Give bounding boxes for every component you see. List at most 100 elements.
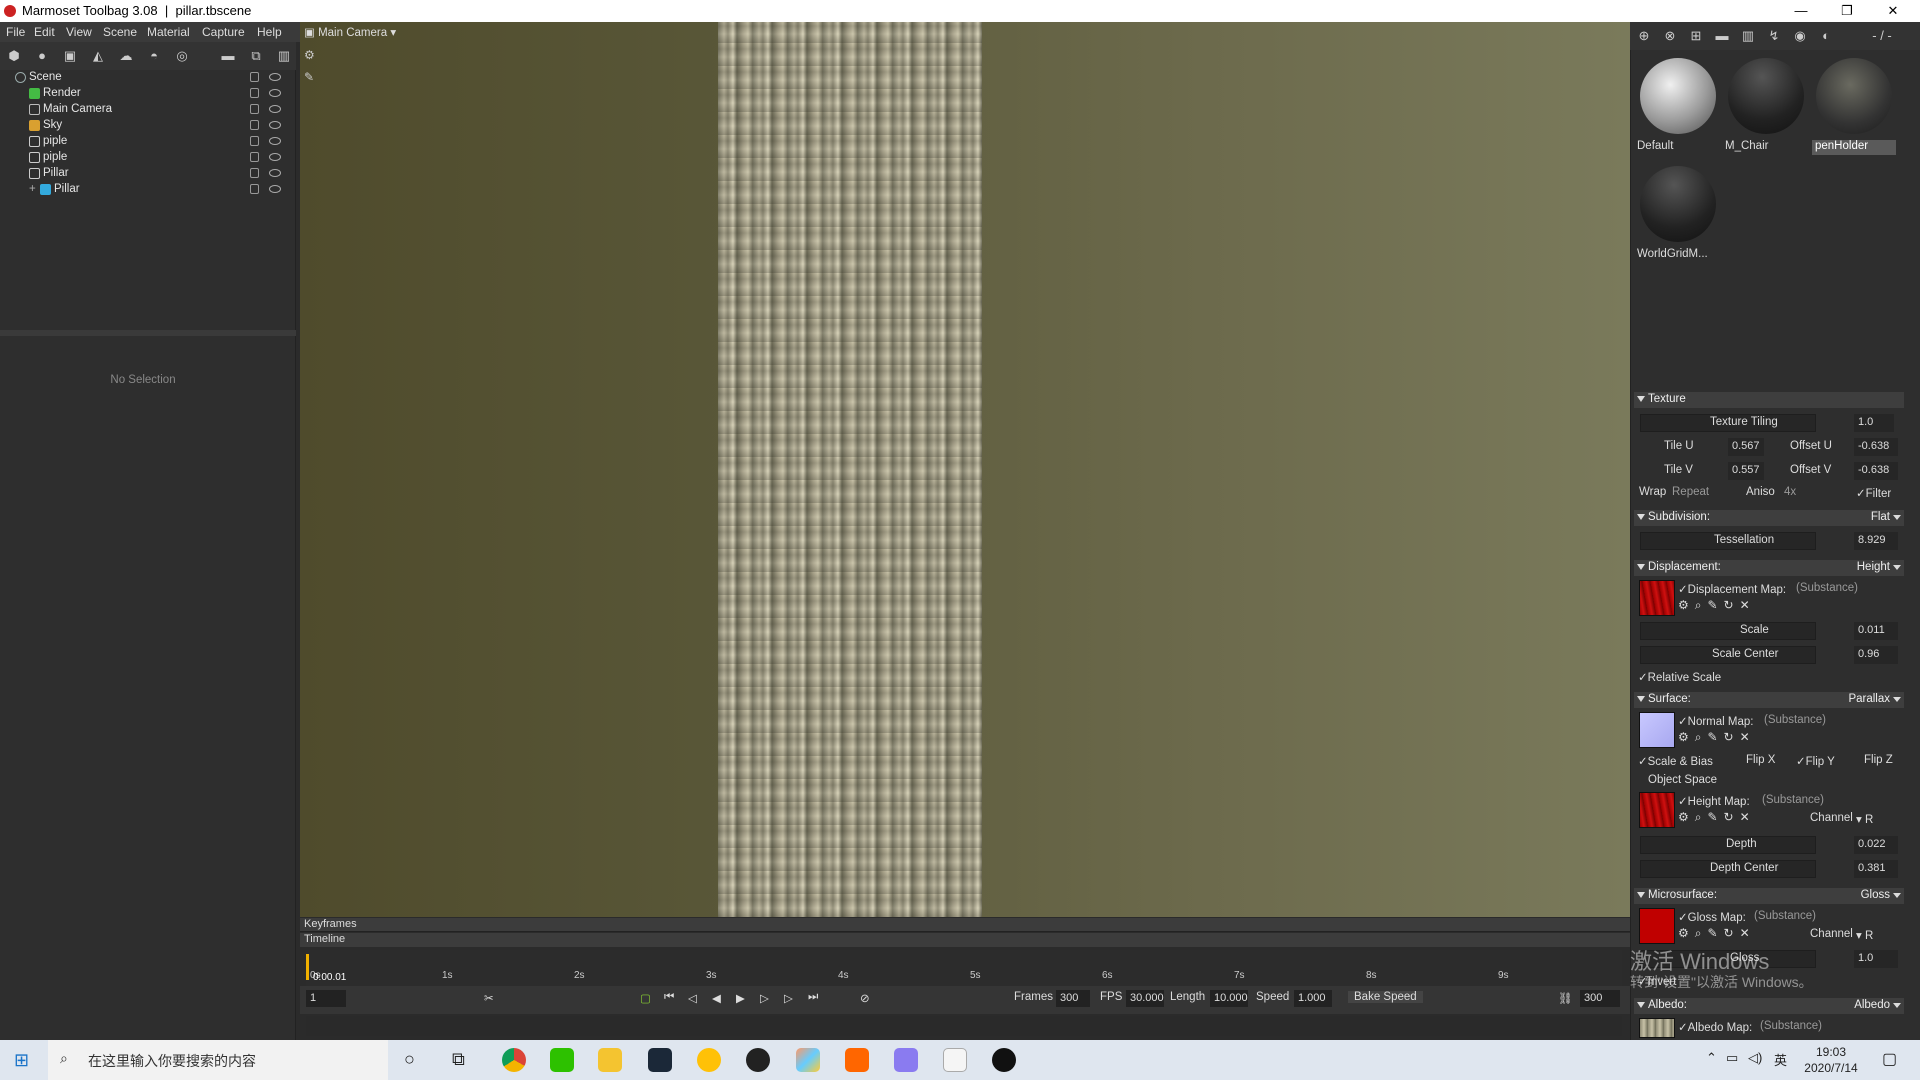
material-thumb-penholder[interactable] [1816, 58, 1892, 134]
lock-icon[interactable] [250, 136, 259, 146]
tree-row-piple-2[interactable]: piple [4, 150, 286, 166]
channel-dropdown[interactable]: ▾ R [1856, 812, 1873, 826]
eye-icon[interactable] [269, 185, 281, 193]
filter-checkbox[interactable]: ✓Filter [1856, 486, 1891, 500]
skip-end-icon[interactable]: ⏭ [808, 991, 818, 1004]
typora-icon[interactable] [943, 1048, 967, 1072]
offset-u-value[interactable]: -0.638 [1854, 438, 1898, 456]
add-light-icon[interactable]: ● [34, 48, 50, 64]
relative-scale-checkbox[interactable]: ✓Relative Scale [1634, 668, 1904, 686]
displacement-map-row[interactable]: ✓Displacement Map: (Substance) [1634, 580, 1904, 598]
texture-tiling-value[interactable]: 1.0 [1854, 414, 1894, 432]
taskbar-search[interactable]: ⌕ 在这里输入你要搜索的内容 [48, 1040, 388, 1080]
current-frame-field[interactable]: 1 [306, 990, 346, 1007]
material-label[interactable]: M_Chair [1722, 140, 1806, 155]
map-tools[interactable]: ⚙⌕✎↻✕ [1678, 730, 1756, 745]
media-player-icon[interactable] [697, 1048, 721, 1072]
add-material-icon[interactable]: ⊕ [1636, 28, 1652, 44]
eye-icon[interactable] [269, 89, 281, 97]
surface-mode-dropdown[interactable]: Parallax [1848, 693, 1890, 705]
unreal-icon[interactable] [992, 1048, 1016, 1072]
folder-icon[interactable]: ▬ [1714, 28, 1730, 44]
step-back-icon[interactable]: ◀ [712, 991, 721, 1005]
depth-center-value[interactable]: 0.381 [1854, 860, 1898, 878]
eye-icon[interactable] [269, 73, 281, 81]
chrome-icon[interactable] [502, 1048, 526, 1072]
apply-icon[interactable]: ◉ [1792, 28, 1808, 44]
pick-icon[interactable]: ↯ [1766, 28, 1782, 44]
lock-icon[interactable] [250, 168, 259, 178]
albedo-map-row[interactable]: ✓Albedo Map: (Substance) [1634, 1018, 1904, 1036]
aniso-dropdown[interactable]: 4x [1784, 486, 1796, 498]
material-thumb-default[interactable] [1640, 58, 1716, 134]
brush-icon[interactable]: ✎ [304, 70, 314, 84]
duplicate-icon[interactable]: ⧉ [248, 48, 264, 64]
gloss-value[interactable]: 1.0 [1854, 950, 1898, 968]
surface-flags-row[interactable]: ✓Scale & Bias Flip X ✓Flip Y Flip Z [1634, 752, 1904, 770]
play-icon[interactable]: ▶ [736, 991, 745, 1005]
fps-field[interactable]: 30.000 [1126, 990, 1164, 1007]
scissors-icon[interactable]: ✂ [484, 991, 494, 1005]
displacement-mode-dropdown[interactable]: Height [1857, 561, 1890, 573]
surface-section-header[interactable]: Surface: Parallax [1634, 692, 1904, 708]
marmoset-taskbar-icon[interactable] [746, 1048, 770, 1072]
app-icon[interactable] [796, 1048, 820, 1072]
steam-icon[interactable] [648, 1048, 672, 1072]
add-object-icon[interactable]: ⬢ [6, 48, 22, 64]
skip-start-icon[interactable]: ⏮ [664, 991, 674, 1004]
lock-icon[interactable] [250, 152, 259, 162]
disp-scale-row[interactable]: Scale 0.011 [1634, 622, 1904, 640]
notification-icon[interactable]: ▢ [1882, 1049, 1897, 1069]
scale-bias-checkbox[interactable]: ✓Scale & Bias [1638, 754, 1713, 768]
speed-field[interactable]: 1.000 [1294, 990, 1332, 1007]
microsurface-section-header[interactable]: Microsurface: Gloss [1634, 888, 1904, 904]
keyframes-bar[interactable]: Keyframes [300, 918, 1630, 932]
prev-key-icon[interactable]: ◁ [688, 991, 697, 1005]
link-icon[interactable]: ⛓ [1558, 991, 1573, 1005]
tree-row-pillar[interactable]: Pillar [4, 166, 286, 182]
lock-icon[interactable] [250, 120, 259, 130]
tessellation-row[interactable]: Tessellation 8.929 [1634, 532, 1904, 550]
open-folder-icon[interactable]: ▬ [220, 48, 236, 64]
material-thumb-m-chair[interactable] [1728, 58, 1804, 134]
tile-u-value[interactable]: 0.567 [1728, 438, 1764, 456]
close-button[interactable]: ✕ [1870, 0, 1916, 22]
settings-gear-icon[interactable]: ⚙ [304, 48, 315, 62]
timeline-bar[interactable]: Timeline [300, 933, 1630, 947]
depth-center-row[interactable]: Depth Center 0.381 [1634, 860, 1904, 878]
gloss-map-row[interactable]: ✓Gloss Map: (Substance) [1634, 908, 1904, 926]
material-label-selected[interactable]: penHolder [1812, 140, 1896, 155]
offset-v-value[interactable]: -0.638 [1854, 462, 1898, 480]
tessellation-value[interactable]: 8.929 [1854, 532, 1898, 550]
keyframe-track[interactable] [306, 1016, 1622, 1036]
menu-material[interactable]: Material [147, 25, 190, 39]
lock-icon[interactable] [250, 184, 259, 194]
disp-scale-value[interactable]: 0.011 [1854, 622, 1898, 640]
lock-icon[interactable] [250, 72, 259, 82]
lock-icon[interactable] [250, 104, 259, 114]
add-camera-icon[interactable]: ▣ [62, 48, 78, 64]
step-forward-icon[interactable]: ▷ [760, 991, 769, 1005]
subdivision-mode-dropdown[interactable]: Flat [1871, 511, 1890, 523]
tree-row-main-camera[interactable]: Main Camera [4, 102, 286, 118]
object-space-checkbox[interactable]: Object Space [1634, 772, 1904, 790]
normal-map-row[interactable]: ✓Normal Map: (Substance) [1634, 712, 1904, 730]
disp-scale-slider[interactable] [1640, 622, 1816, 640]
xmind-icon[interactable] [845, 1048, 869, 1072]
depth-row[interactable]: Depth 0.022 [1634, 836, 1904, 854]
menu-help[interactable]: Help [257, 25, 282, 39]
loop-icon[interactable]: ▢ [640, 991, 651, 1005]
next-key-icon[interactable]: ▷ [784, 991, 793, 1005]
frames-field[interactable]: 300 [1056, 990, 1090, 1007]
eye-icon[interactable] [269, 137, 281, 145]
playhead[interactable] [306, 954, 309, 980]
end-frame-field[interactable]: 300 [1580, 990, 1620, 1007]
displacement-section-header[interactable]: Displacement: Height [1634, 560, 1904, 576]
app2-icon[interactable] [894, 1048, 918, 1072]
panel-splitter[interactable] [0, 330, 296, 336]
trash-icon[interactable]: ▥ [1740, 28, 1756, 44]
camera-selector[interactable]: ▣ Main Camera ▾ [304, 25, 396, 41]
tree-row-pillar-mesh[interactable]: + Pillar [4, 182, 286, 198]
volume-icon[interactable]: ◁) [1748, 1050, 1762, 1066]
tile-u-row[interactable]: Tile U 0.567 Offset U -0.638 [1634, 438, 1904, 456]
